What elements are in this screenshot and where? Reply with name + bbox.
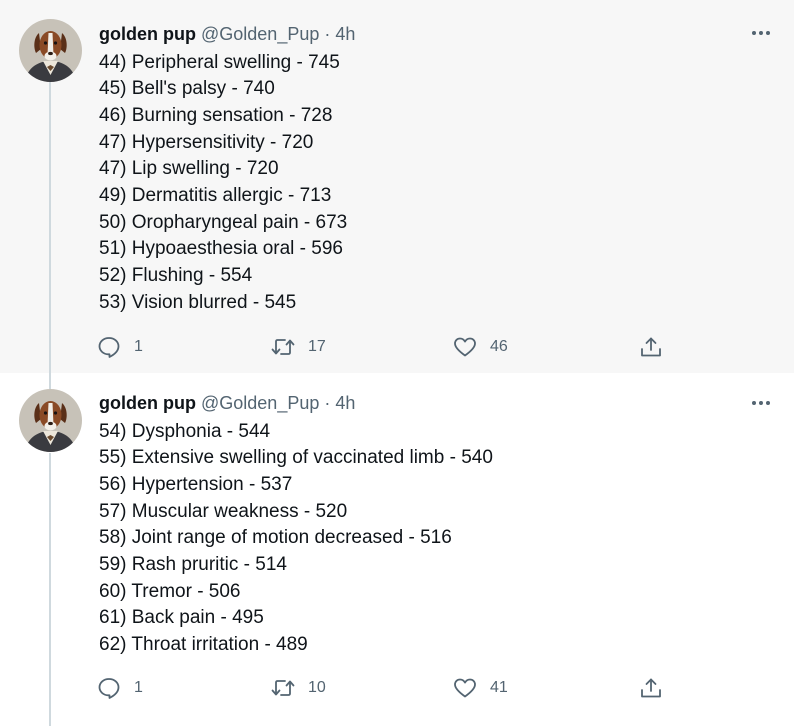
retweet-button[interactable]: 17 bbox=[270, 332, 326, 362]
tweet-header: golden pup @Golden_Pup · 4h bbox=[99, 392, 355, 414]
thread-connector-line bbox=[49, 453, 51, 726]
tweet-line: 53) Vision blurred - 545 bbox=[99, 291, 297, 313]
author-name[interactable]: golden pup bbox=[99, 24, 196, 44]
tweet-line: 59) Rash pruritic - 514 bbox=[99, 554, 287, 576]
retweet-count: 17 bbox=[308, 338, 326, 355]
tweet-line: 56) Hypertension - 537 bbox=[99, 473, 293, 495]
tweet-line: 52) Flushing - 554 bbox=[99, 265, 253, 287]
tweet-2[interactable]: golden pup @Golden_Pup · 4h 54) Dysphoni… bbox=[0, 373, 794, 726]
tweet-line: 45) Bell's palsy - 740 bbox=[99, 78, 275, 100]
tweet-line: 50) Oropharyngeal pain - 673 bbox=[99, 211, 348, 233]
avatar[interactable] bbox=[19, 19, 82, 82]
tweet-line: 47) Lip swelling - 720 bbox=[99, 158, 279, 180]
author-handle[interactable]: @Golden_Pup bbox=[201, 393, 319, 413]
tweet-line: 58) Joint range of motion decreased - 51… bbox=[99, 527, 452, 549]
reply-count: 1 bbox=[134, 679, 143, 696]
heart-icon bbox=[454, 678, 476, 698]
tweet-text: 44) Peripheral swelling - 745 45) Bell's… bbox=[99, 50, 347, 317]
more-dots-icon bbox=[752, 31, 770, 35]
thread-connector-line bbox=[49, 373, 51, 389]
meta-separator: · bbox=[324, 393, 331, 413]
tweet-line: 44) Peripheral swelling - 745 bbox=[99, 51, 340, 73]
like-button[interactable]: 41 bbox=[452, 673, 508, 703]
tweet-line: 62) Throat irritation - 489 bbox=[99, 634, 308, 656]
tweet-time[interactable]: 4h bbox=[335, 24, 355, 44]
tweet-header: golden pup @Golden_Pup · 4h bbox=[99, 23, 355, 45]
tweet-line: 55) Extensive swelling of vaccinated lim… bbox=[99, 447, 493, 469]
tweet-text: 54) Dysphonia - 544 55) Extensive swelli… bbox=[99, 419, 493, 659]
tweet-actions: 1 17 46 bbox=[96, 332, 676, 362]
retweet-icon bbox=[271, 339, 295, 355]
share-button[interactable] bbox=[638, 673, 664, 703]
heart-icon bbox=[454, 337, 476, 357]
retweet-count: 10 bbox=[308, 679, 326, 696]
more-options-button[interactable] bbox=[749, 23, 773, 43]
tweet-line: 51) Hypoaesthesia oral - 596 bbox=[99, 238, 343, 260]
reply-icon bbox=[98, 337, 120, 358]
tweet-actions: 1 10 41 bbox=[96, 673, 676, 703]
tweet-line: 47) Hypersensitivity - 720 bbox=[99, 131, 314, 153]
more-options-button[interactable] bbox=[749, 393, 773, 413]
tweet-line: 46) Burning sensation - 728 bbox=[99, 104, 333, 126]
author-name[interactable]: golden pup bbox=[99, 393, 196, 413]
retweet-button[interactable]: 10 bbox=[270, 673, 326, 703]
like-count: 41 bbox=[490, 679, 508, 696]
avatar[interactable] bbox=[19, 389, 82, 452]
reply-icon bbox=[98, 678, 120, 699]
share-icon bbox=[641, 678, 661, 698]
reply-count: 1 bbox=[134, 338, 143, 355]
tweet-1[interactable]: golden pup @Golden_Pup · 4h 44) Peripher… bbox=[0, 0, 794, 373]
reply-button[interactable]: 1 bbox=[96, 332, 143, 362]
tweet-time[interactable]: 4h bbox=[335, 393, 355, 413]
share-icon bbox=[641, 337, 661, 357]
tweet-line: 54) Dysphonia - 544 bbox=[99, 420, 271, 442]
dog-portrait-avatar-icon bbox=[19, 19, 82, 82]
like-count: 46 bbox=[490, 338, 508, 355]
more-dots-icon bbox=[752, 401, 770, 405]
tweet-line: 57) Muscular weakness - 520 bbox=[99, 500, 348, 522]
dog-portrait-avatar-icon bbox=[19, 389, 82, 452]
share-button[interactable] bbox=[638, 332, 664, 362]
thread-connector-line bbox=[49, 82, 51, 373]
meta-separator: · bbox=[324, 24, 331, 44]
retweet-icon bbox=[271, 680, 295, 696]
author-handle[interactable]: @Golden_Pup bbox=[201, 24, 319, 44]
reply-button[interactable]: 1 bbox=[96, 673, 143, 703]
tweet-line: 60) Tremor - 506 bbox=[99, 580, 241, 602]
tweet-line: 61) Back pain - 495 bbox=[99, 607, 264, 629]
tweet-line: 49) Dermatitis allergic - 713 bbox=[99, 185, 332, 207]
like-button[interactable]: 46 bbox=[452, 332, 508, 362]
